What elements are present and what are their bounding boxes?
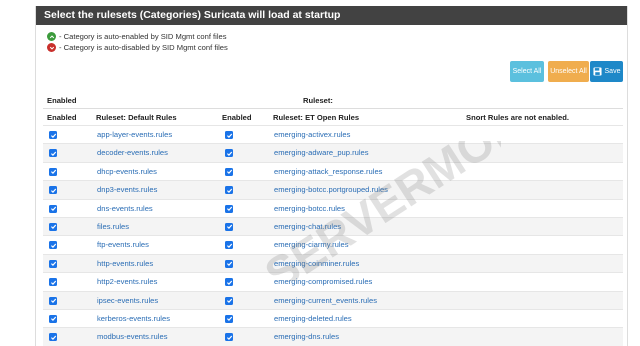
legend-enabled-text: - Category is auto-enabled by SID Mgmt c…	[59, 32, 227, 41]
et-rule-link[interactable]: emerging-adware_pup.rules	[274, 148, 369, 157]
header-divider	[43, 108, 623, 109]
col-default-rules: Ruleset: Default Rules	[96, 113, 177, 122]
et-rule-checkbox[interactable]	[225, 131, 233, 139]
default-rule-link[interactable]: kerberos-events.rules	[97, 314, 170, 323]
table-row: kerberos-events.rules emerging-deleted.ru…	[43, 308, 623, 327]
table-row: ipsec-events.rules emerging-current_event…	[43, 290, 623, 309]
et-rule-checkbox[interactable]	[225, 333, 233, 342]
legend-auto-disabled: - Category is auto-disabled by SID Mgmt …	[47, 43, 228, 52]
col-et-open-rules: Ruleset: ET Open Rules	[273, 113, 360, 122]
et-rule-checkbox[interactable]	[225, 222, 233, 231]
panel-title: Select the rulesets (Categories) Suricat…	[36, 6, 627, 25]
table-row: decoder-events.rules emerging-adware_pup.…	[43, 143, 623, 162]
default-rule-checkbox[interactable]	[49, 259, 57, 268]
unselect-all-button[interactable]: Unselect All	[548, 61, 589, 82]
rulesets-panel: Select the rulesets (Categories) Suricat…	[35, 6, 628, 346]
et-rule-link[interactable]: emerging-ciarmy.rules	[274, 240, 349, 249]
group-enabled-header: Enabled	[47, 96, 77, 105]
table-row: ftp-events.rules emerging-ciarmy.rules	[43, 235, 623, 253]
et-rule-checkbox[interactable]	[225, 241, 233, 250]
default-rule-checkbox[interactable]	[49, 204, 57, 213]
et-rule-link[interactable]: emerging-dns.rules	[274, 332, 339, 341]
et-rule-checkbox[interactable]	[225, 314, 233, 323]
table-row: dns-events.rules emerging-botcc.rules	[43, 198, 623, 217]
select-all-button[interactable]: Select All	[510, 61, 544, 82]
default-rule-checkbox[interactable]	[49, 149, 57, 158]
et-rule-link[interactable]: emerging-chat.rules	[274, 222, 341, 231]
default-rule-link[interactable]: decoder-events.rules	[97, 148, 168, 157]
col-enabled-et: Enabled	[222, 113, 252, 122]
table-row: dhcp-events.rules emerging-attack_respons…	[43, 161, 623, 180]
et-rule-checkbox[interactable]	[225, 296, 233, 305]
default-rule-link[interactable]: dns-events.rules	[97, 204, 153, 213]
default-rule-link[interactable]: modbus-events.rules	[97, 332, 168, 341]
default-rule-link[interactable]: files.rules	[97, 222, 129, 231]
default-rule-link[interactable]: dnp3-events.rules	[97, 185, 157, 194]
save-button[interactable]: Save	[590, 61, 623, 82]
col-enabled-default: Enabled	[47, 113, 77, 122]
default-rule-checkbox[interactable]	[49, 333, 57, 342]
group-ruleset-header: Ruleset:	[303, 96, 333, 105]
legend-disabled-text: - Category is auto-disabled by SID Mgmt …	[59, 43, 228, 52]
table-row: http2-events.rules emerging-compromised.r…	[43, 272, 623, 290]
et-rule-link[interactable]: emerging-current_events.rules	[274, 296, 377, 305]
default-rule-checkbox[interactable]	[49, 186, 57, 195]
et-rule-checkbox[interactable]	[225, 259, 233, 268]
et-rule-checkbox[interactable]	[225, 167, 233, 176]
rules-table: app-layer-events.rules emerging-activex.r…	[43, 125, 623, 346]
default-rule-link[interactable]: dhcp-events.rules	[97, 167, 157, 176]
et-rule-link[interactable]: emerging-botcc.portgrouped.rules	[274, 185, 388, 194]
default-rule-checkbox[interactable]	[49, 278, 57, 287]
et-rule-link[interactable]: emerging-attack_response.rules	[274, 167, 382, 176]
et-rule-link[interactable]: emerging-compromised.rules	[274, 277, 372, 286]
et-rule-checkbox[interactable]	[225, 186, 233, 195]
save-icon	[592, 67, 602, 76]
default-rule-checkbox[interactable]	[49, 222, 57, 231]
et-rule-link[interactable]: emerging-botcc.rules	[274, 204, 345, 213]
default-rule-link[interactable]: ipsec-events.rules	[97, 296, 158, 305]
default-rule-link[interactable]: app-layer-events.rules	[97, 130, 172, 139]
et-rule-checkbox[interactable]	[225, 278, 233, 287]
default-rule-checkbox[interactable]	[49, 167, 57, 176]
table-row: modbus-events.rules emerging-dns.rules	[43, 327, 623, 346]
default-rule-checkbox[interactable]	[49, 314, 57, 323]
table-row: http-events.rules emerging-coinminer.rule…	[43, 253, 623, 273]
default-rule-checkbox[interactable]	[49, 296, 57, 305]
default-rule-link[interactable]: http2-events.rules	[97, 277, 157, 286]
et-rule-checkbox[interactable]	[225, 204, 233, 213]
save-label: Save	[604, 68, 621, 75]
legend-auto-enabled: - Category is auto-enabled by SID Mgmt c…	[47, 32, 227, 41]
default-rule-link[interactable]: http-events.rules	[97, 259, 153, 268]
et-rule-link[interactable]: emerging-deleted.rules	[274, 314, 352, 323]
auto-enabled-icon	[47, 32, 56, 41]
et-rule-link[interactable]: emerging-coinminer.rules	[274, 259, 359, 268]
table-row: files.rules emerging-chat.rules	[43, 216, 623, 236]
auto-disabled-icon	[47, 43, 56, 52]
snort-status: Snort Rules are not enabled.	[466, 113, 569, 122]
default-rule-link[interactable]: ftp-events.rules	[97, 240, 149, 249]
table-row: dnp3-events.rules emerging-botcc.portgrou…	[43, 180, 623, 199]
default-rule-checkbox[interactable]	[49, 131, 57, 139]
et-rule-checkbox[interactable]	[225, 149, 233, 158]
et-rule-link[interactable]: emerging-activex.rules	[274, 130, 350, 139]
default-rule-checkbox[interactable]	[49, 241, 57, 250]
table-row: app-layer-events.rules emerging-activex.r…	[43, 125, 623, 143]
